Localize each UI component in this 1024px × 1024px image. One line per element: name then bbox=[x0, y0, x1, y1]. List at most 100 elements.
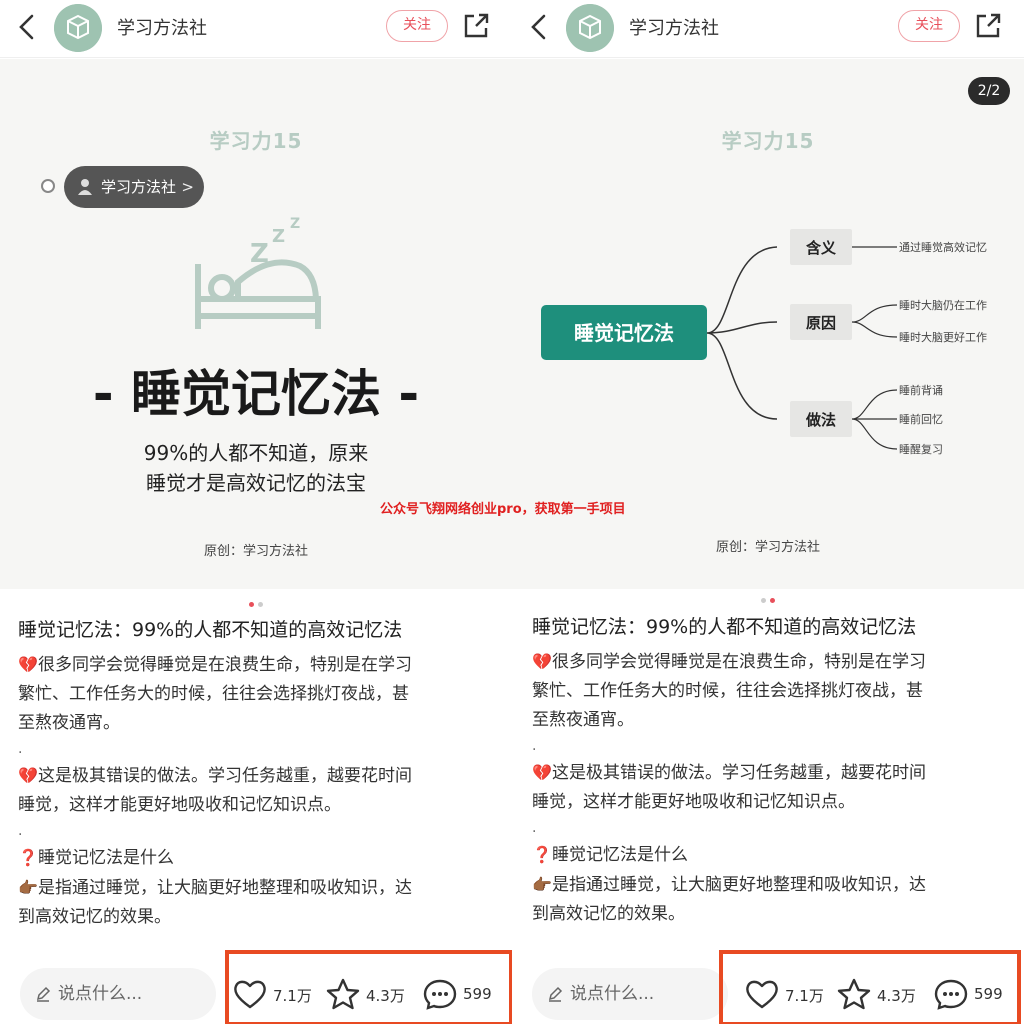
separator: . bbox=[532, 820, 537, 836]
watermark-text: 公众号飞翔网络创业pro，获取第一手项目 bbox=[380, 502, 626, 517]
paragraph-line: 很多同学会觉得睡觉是在浪费生命，特别是在学习 bbox=[38, 655, 412, 675]
mind-map-link bbox=[706, 246, 778, 420]
separator: . bbox=[18, 823, 23, 839]
author-tag-label: 学习方法社 bbox=[101, 178, 177, 196]
mind-map: 睡觉记忆法 含义 原因 做法 通过睡觉高效记忆 睡时大脑仍在工作 睡时大脑更好工… bbox=[541, 229, 987, 456]
follow-button[interactable]: 关注 bbox=[898, 10, 960, 42]
paragraph-line: 这是极其错误的做法。学习任务越重，越要花时间 bbox=[552, 763, 926, 783]
mind-map-leaf: 睡时大脑仍在工作 bbox=[899, 298, 987, 312]
collect-count: 4.3万 bbox=[366, 987, 405, 1005]
mind-map-node: 做法 bbox=[805, 411, 836, 429]
pointing-hand-icon: 👉🏾 bbox=[532, 875, 552, 894]
chevron-right-icon: > bbox=[181, 178, 194, 196]
paragraph: 💔很多同学会觉得睡觉是在浪费生命，特别是在学习 繁忙、工作任务大的时候，往往会选… bbox=[18, 650, 488, 738]
comment-placeholder: 说点什么... bbox=[570, 984, 655, 1004]
heart-icon bbox=[746, 980, 778, 1009]
card-credit: 原创：学习方法社 bbox=[203, 544, 308, 559]
comment-count: 599 bbox=[463, 985, 492, 1003]
broken-heart-icon: 💔 bbox=[532, 763, 552, 782]
paragraph-line: 到高效记忆的效果。 bbox=[532, 904, 685, 924]
paragraph: 💔这是极其错误的做法。学习任务越重，越要花时间 睡觉，这样才能更好地吸收和记忆知… bbox=[18, 761, 488, 820]
like-count: 7.1万 bbox=[273, 987, 312, 1005]
mind-map-node: 原因 bbox=[806, 314, 836, 332]
back-arrow-icon[interactable] bbox=[14, 12, 40, 42]
mind-map-leaf: 睡时大脑更好工作 bbox=[899, 330, 987, 344]
separator: . bbox=[532, 738, 537, 754]
mind-map-root: 睡觉记忆法 bbox=[574, 321, 674, 345]
question-mark-icon: ❓ bbox=[18, 848, 38, 867]
comment-input[interactable]: 说点什么... bbox=[532, 968, 728, 1020]
top-bar: 学习方法社 关注 bbox=[512, 0, 1024, 58]
avatar[interactable] bbox=[566, 4, 614, 52]
paragraph-line: 睡觉，这样才能更好地吸收和记忆知识点。 bbox=[532, 792, 855, 812]
post-title: 睡觉记忆法：99%的人都不知道的高效记忆法 bbox=[532, 616, 917, 638]
bottom-bar: 说点什么... 7.1万 4.3万 599 bbox=[512, 950, 1024, 1024]
pen-icon bbox=[548, 986, 563, 1002]
paragraph-line: 很多同学会觉得睡觉是在浪费生命，特别是在学习 bbox=[552, 652, 926, 672]
star-icon bbox=[326, 978, 360, 1010]
page-dot bbox=[761, 598, 766, 603]
svg-text:Z: Z bbox=[272, 226, 285, 247]
paragraph-line: 至熬夜通宵。 bbox=[532, 710, 634, 730]
paragraph-line: 睡觉记忆法是什么 bbox=[38, 848, 174, 868]
mind-map-leaf: 通过睡觉高效记忆 bbox=[899, 240, 987, 254]
author-name[interactable]: 学习方法社 bbox=[629, 14, 719, 40]
page-dot bbox=[258, 602, 263, 607]
avatar[interactable] bbox=[54, 4, 102, 52]
card-credit: 原创：学习方法社 bbox=[715, 540, 820, 555]
page-indicator bbox=[512, 588, 1024, 603]
page-badge: 2/2 bbox=[968, 77, 1010, 105]
back-arrow-icon[interactable] bbox=[526, 12, 552, 42]
comment-placeholder: 说点什么... bbox=[58, 984, 143, 1004]
star-icon bbox=[837, 978, 871, 1010]
card-subtitle-line: 睡觉才是高效记忆的法宝 bbox=[146, 471, 366, 495]
paragraph-line: 至熬夜通宵。 bbox=[18, 713, 120, 733]
heart-icon bbox=[234, 980, 266, 1009]
comment-bubble-icon bbox=[423, 979, 457, 1010]
avatar-cube-icon bbox=[54, 4, 102, 52]
bottom-bar: 说点什么... 7.1万 4.3万 599 bbox=[0, 950, 512, 1024]
follow-button[interactable]: 关注 bbox=[386, 10, 448, 42]
post-content: 睡觉记忆法：99%的人都不知道的高效记忆法 💔很多同学会觉得睡觉是在浪费生命，特… bbox=[18, 615, 488, 932]
author-name[interactable]: 学习方法社 bbox=[117, 14, 207, 40]
comment-bubble-icon bbox=[934, 979, 968, 1010]
paragraph: ❓睡觉记忆法是什么 👉🏾是指通过睡觉，让大脑更好地整理和吸收知识，达 到高效记忆… bbox=[18, 843, 488, 932]
paragraph-line: 到高效记忆的效果。 bbox=[18, 907, 171, 927]
avatar-cube-icon bbox=[566, 4, 614, 52]
broken-heart-icon: 💔 bbox=[18, 766, 38, 785]
sleeping-bed-icon: Z Z Z bbox=[195, 216, 321, 329]
post-content: 睡觉记忆法：99%的人都不知道的高效记忆法 💔很多同学会觉得睡觉是在浪费生命，特… bbox=[532, 612, 1002, 929]
mind-map-leaf: 睡前背诵 bbox=[899, 383, 943, 397]
paragraph-line: 是指通过睡觉，让大脑更好地整理和吸收知识，达 bbox=[552, 875, 926, 895]
post-title: 睡觉记忆法：99%的人都不知道的高效记忆法 bbox=[18, 619, 403, 641]
tag-anchor-dot bbox=[41, 179, 55, 193]
question-mark-icon: ❓ bbox=[532, 845, 552, 864]
top-bar: 学习方法社 关注 bbox=[0, 0, 512, 58]
card-subtitle-line: 99%的人都不知道，原来 bbox=[143, 441, 369, 465]
page-dot bbox=[770, 598, 775, 603]
pen-icon bbox=[36, 986, 51, 1002]
mind-map-leaf: 睡前回忆 bbox=[899, 412, 943, 426]
mind-map-link bbox=[851, 246, 898, 450]
share-icon[interactable] bbox=[974, 12, 1002, 40]
svg-text:Z: Z bbox=[290, 216, 300, 232]
mind-map-leaf: 睡醒复习 bbox=[899, 442, 943, 456]
paragraph: ❓睡觉记忆法是什么 👉🏾是指通过睡觉，让大脑更好地整理和吸收知识，达 到高效记忆… bbox=[532, 840, 1002, 929]
like-count: 7.1万 bbox=[785, 987, 824, 1005]
share-icon[interactable] bbox=[462, 12, 490, 40]
page-dot bbox=[249, 602, 254, 607]
separator: . bbox=[18, 741, 23, 757]
mind-map-node: 含义 bbox=[806, 239, 836, 257]
pointing-hand-icon: 👉🏾 bbox=[18, 878, 38, 897]
paragraph-line: 睡觉记忆法是什么 bbox=[552, 845, 688, 865]
paragraph: 💔很多同学会觉得睡觉是在浪费生命，特别是在学习 繁忙、工作任务大的时候，往往会选… bbox=[532, 647, 1002, 735]
paragraph-line: 睡觉，这样才能更好地吸收和记忆知识点。 bbox=[18, 795, 341, 815]
author-tag[interactable]: 学习方法社 > bbox=[64, 166, 204, 208]
broken-heart-icon: 💔 bbox=[18, 655, 38, 674]
person-icon bbox=[78, 179, 92, 195]
comment-input[interactable]: 说点什么... bbox=[20, 968, 216, 1020]
card-title: - 睡觉记忆法 - bbox=[92, 365, 420, 423]
collect-count: 4.3万 bbox=[877, 987, 916, 1005]
paragraph-line: 是指通过睡觉，让大脑更好地整理和吸收知识，达 bbox=[38, 878, 412, 898]
series-label: 学习力15 bbox=[209, 129, 303, 153]
